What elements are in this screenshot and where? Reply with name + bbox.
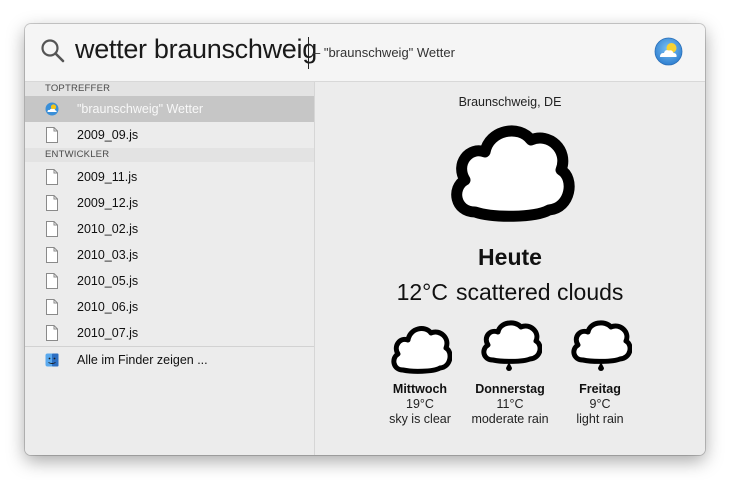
result-item-label: 2009_11.js xyxy=(77,170,138,184)
result-item-2009-12[interactable]: 2009_12.js xyxy=(25,190,314,216)
result-item-2010-05[interactable]: 2010_05.js xyxy=(25,268,314,294)
show-all-in-finder[interactable]: Alle im Finder zeigen ... xyxy=(25,347,314,373)
search-bar[interactable]: wetter braunschweig – "braunschweig" Wet… xyxy=(25,24,705,82)
section-header-entwickler: ENTWICKLER xyxy=(25,148,314,162)
result-item-2010-02[interactable]: 2010_02.js xyxy=(25,216,314,242)
result-item-2009-09[interactable]: 2009_09.js xyxy=(25,122,314,148)
result-item-weather[interactable]: "braunschweig" Wetter xyxy=(25,96,314,122)
result-item-label: 2010_03.js xyxy=(77,248,139,262)
finder-icon xyxy=(45,353,59,367)
cloud-icon xyxy=(451,125,575,222)
document-icon xyxy=(46,273,58,289)
spotlight-window: wetter braunschweig – "braunschweig" Wet… xyxy=(25,24,705,455)
forecast-day: Freitag 9°C light rain xyxy=(545,320,655,426)
result-item-label: 2010_05.js xyxy=(77,274,139,288)
result-item-label: 2010_07.js xyxy=(77,326,139,340)
result-item-2010-07[interactable]: 2010_07.js xyxy=(25,320,314,346)
text-caret xyxy=(308,37,309,69)
result-item-label: 2009_12.js xyxy=(77,196,139,210)
location-label: Braunschweig, DE xyxy=(458,95,562,109)
weather-preview: Braunschweig, DE Heute 12°C scattered clo… xyxy=(315,82,705,455)
current-condition: scattered clouds xyxy=(455,279,624,305)
forecast-temperature: 9°C xyxy=(589,397,611,411)
result-item-2009-11[interactable]: 2009_11.js xyxy=(25,164,314,190)
current-conditions: 12°C scattered clouds xyxy=(315,279,705,306)
document-icon xyxy=(46,221,58,237)
weather-app-icon xyxy=(45,102,59,116)
weather-app-icon xyxy=(654,37,683,66)
current-temperature: 12°C xyxy=(396,279,448,305)
today-label: Heute xyxy=(478,244,542,270)
finder-action-label: Alle im Finder zeigen ... xyxy=(77,353,208,367)
rain-cloud-icon xyxy=(571,320,632,371)
result-item-label: 2009_09.js xyxy=(77,128,139,142)
document-icon xyxy=(46,247,58,263)
result-item-label: "braunschweig" Wetter xyxy=(77,102,204,116)
document-icon xyxy=(46,195,58,211)
result-item-label: 2010_06.js xyxy=(77,300,139,314)
search-input[interactable]: wetter braunschweig xyxy=(75,34,317,65)
cloud-icon xyxy=(391,326,452,374)
result-item-label: 2010_02.js xyxy=(77,222,139,236)
results-list: TOPTREFFER "braunschweig" Wetter 2009_09… xyxy=(25,82,315,455)
document-icon xyxy=(46,169,58,185)
section-header-toptreffer: TOPTREFFER xyxy=(25,82,314,96)
search-suggestion: – "braunschweig" Wetter xyxy=(313,45,455,60)
rain-cloud-icon xyxy=(481,320,542,371)
search-icon xyxy=(41,39,65,63)
forecast-condition: light rain xyxy=(576,412,624,426)
result-item-2010-03[interactable]: 2010_03.js xyxy=(25,242,314,268)
forecast-day-name: Freitag xyxy=(579,382,621,396)
document-icon xyxy=(46,299,58,315)
document-icon xyxy=(46,127,58,143)
result-item-2010-06[interactable]: 2010_06.js xyxy=(25,294,314,320)
document-icon xyxy=(46,325,58,341)
